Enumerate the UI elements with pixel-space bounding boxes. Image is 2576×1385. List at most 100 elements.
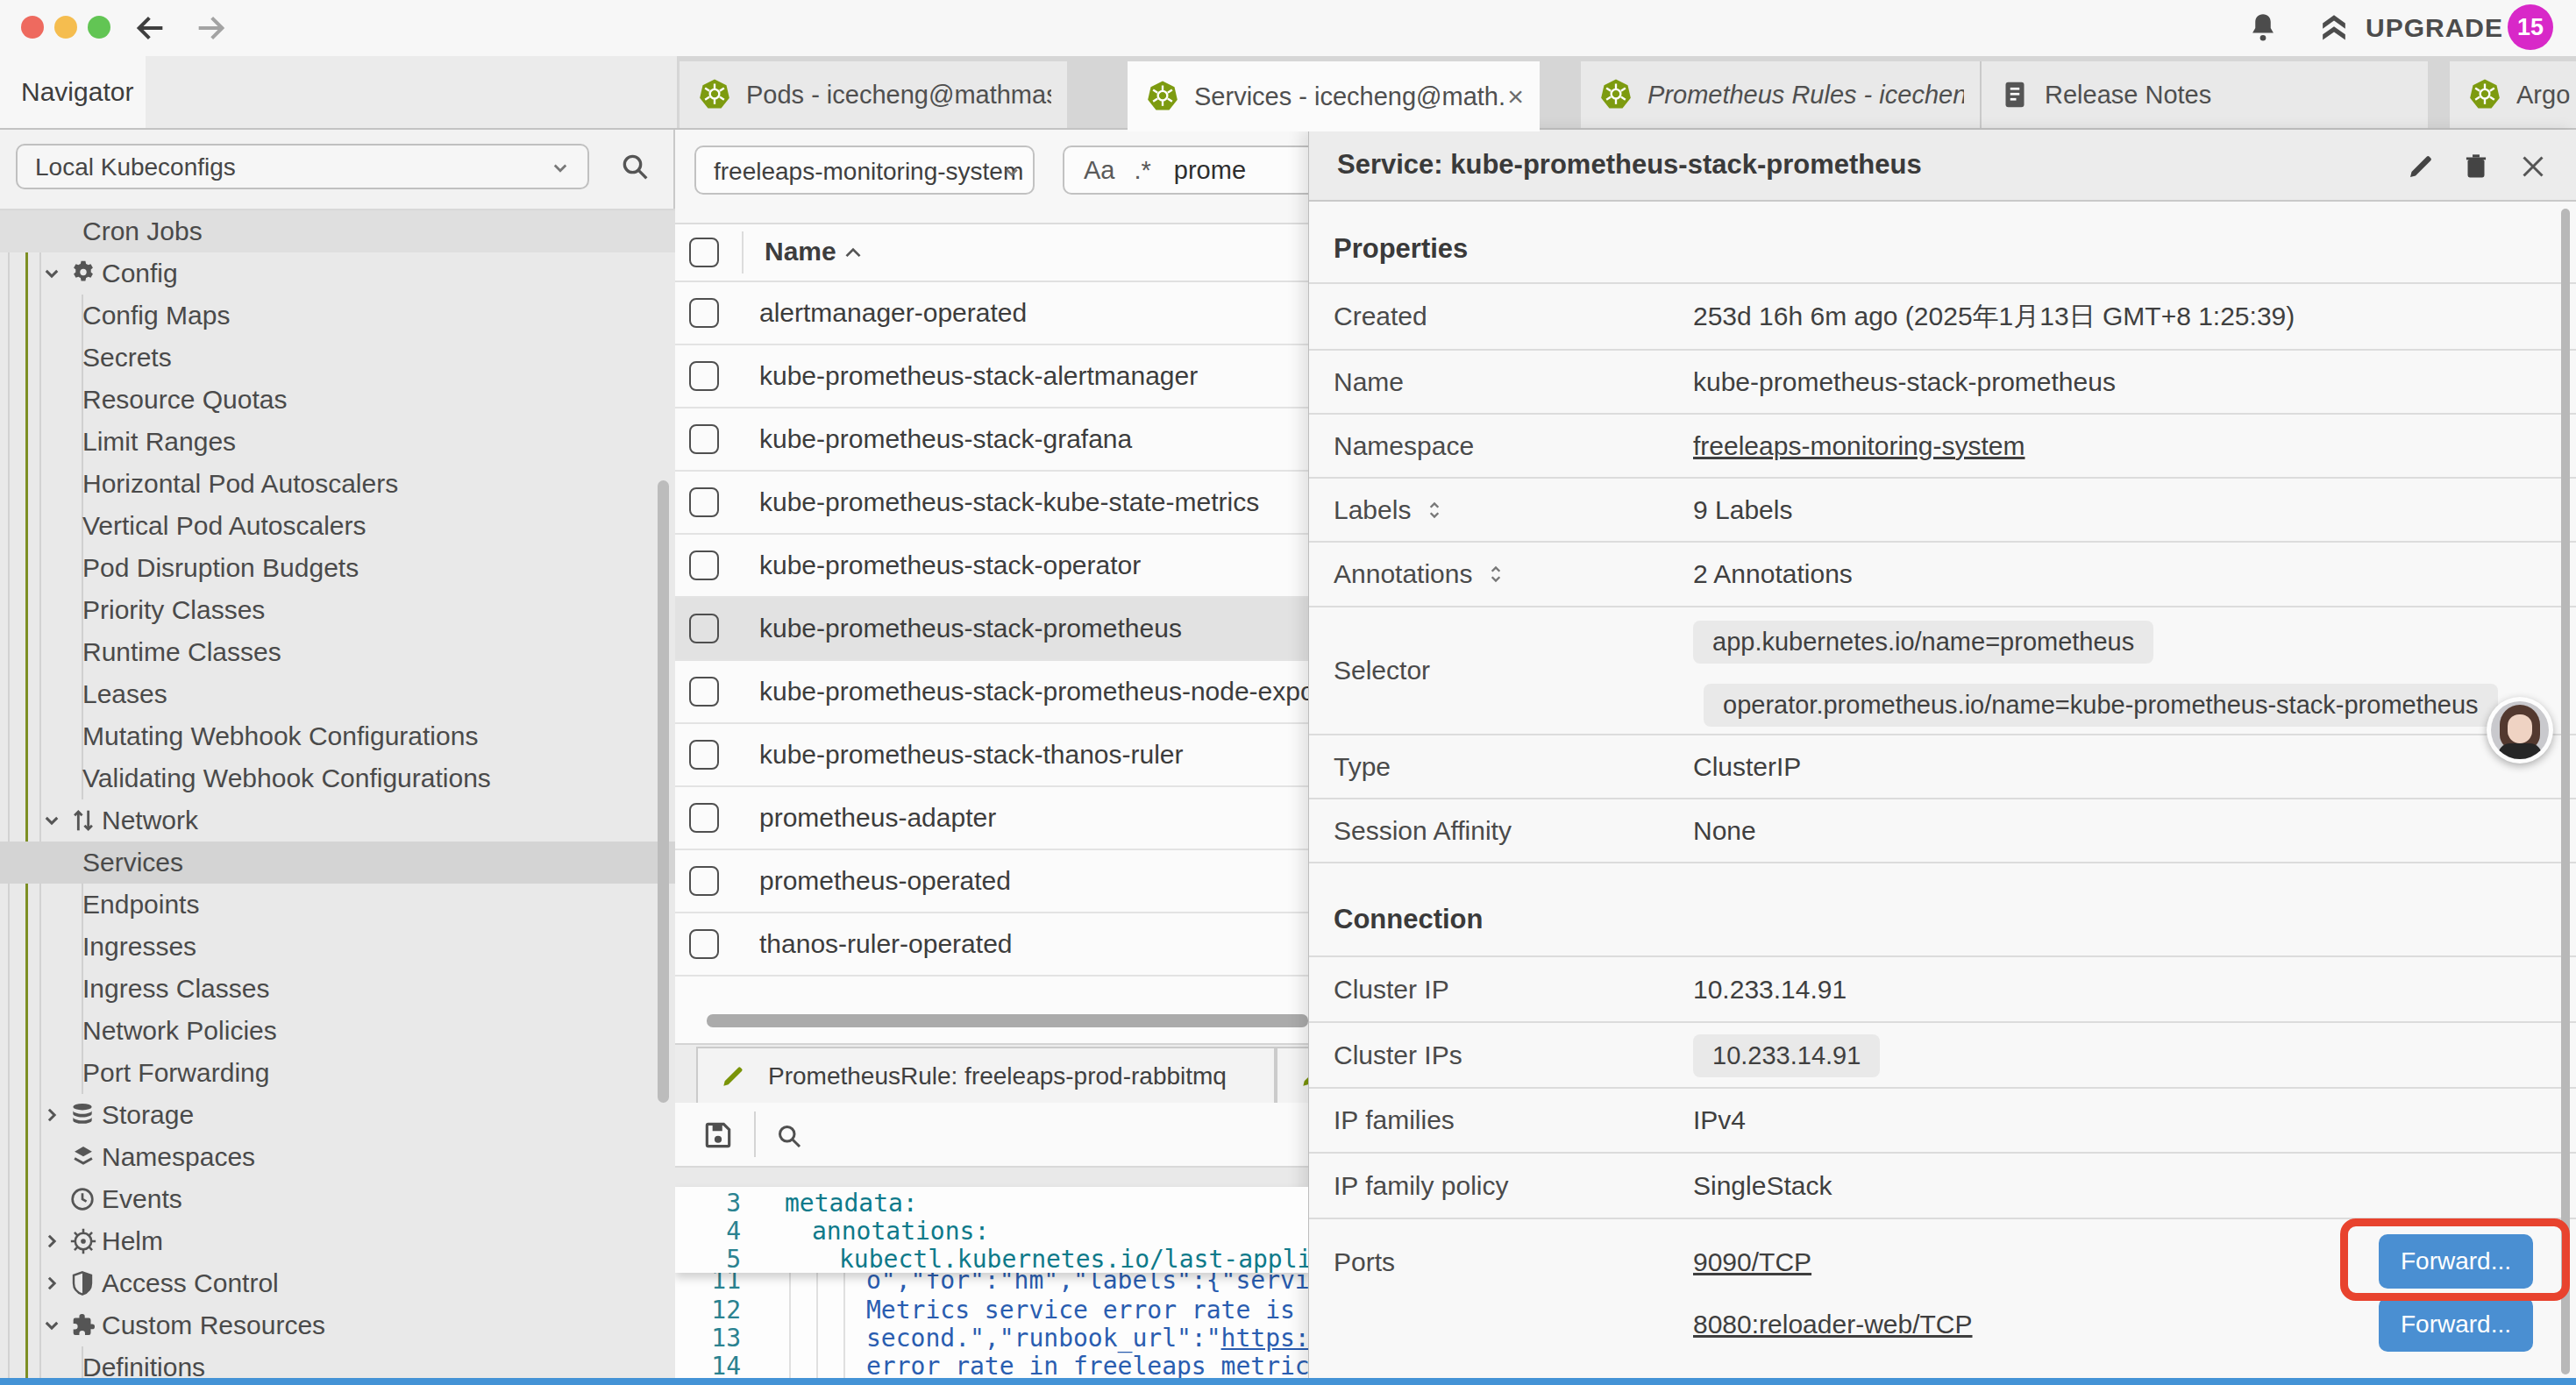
sidebar-item[interactable]: Priority Classes bbox=[0, 589, 675, 631]
table-row[interactable]: kube-prometheus-stack-grafana bbox=[675, 408, 1308, 472]
editor-tab-partial[interactable] bbox=[1276, 1047, 1308, 1104]
delete-trash-icon[interactable] bbox=[2459, 149, 2493, 182]
namespace-link[interactable]: freeleaps-monitoring-system bbox=[1693, 431, 2025, 461]
sidebar-item[interactable]: Validating Webhook Configurations bbox=[0, 757, 675, 799]
chevron-down-icon[interactable] bbox=[39, 807, 68, 834]
profile-badge[interactable]: 15 bbox=[2508, 4, 2553, 50]
search-input[interactable]: Aa .* prome bbox=[1063, 146, 1308, 195]
row-checkbox[interactable] bbox=[689, 550, 719, 580]
table-row[interactable]: kube-prometheus-stack-operator bbox=[675, 535, 1308, 598]
tab-navigator[interactable]: Navigator bbox=[0, 56, 146, 128]
row-checkbox[interactable] bbox=[689, 866, 719, 896]
sidebar-item[interactable]: Port Forwarding bbox=[0, 1052, 675, 1094]
port-link[interactable]: 8080:reloader-web/TCP bbox=[1693, 1310, 1973, 1339]
regex-toggle[interactable]: .* bbox=[1134, 156, 1150, 185]
sidebar-item[interactable]: Leases bbox=[0, 673, 675, 715]
horizontal-scrollbar[interactable] bbox=[707, 1014, 1308, 1027]
tab[interactable]: Services - icecheng@math... × bbox=[1128, 61, 1540, 131]
avatar[interactable] bbox=[2487, 697, 2553, 764]
save-icon[interactable] bbox=[701, 1119, 735, 1152]
sidebar-item[interactable]: Runtime Classes bbox=[0, 631, 675, 673]
sidebar-item[interactable]: Network bbox=[0, 799, 675, 842]
sidebar-item[interactable]: Resource Quotas bbox=[0, 379, 675, 421]
upgrade-button[interactable]: UPGRADE bbox=[2315, 9, 2503, 47]
sidebar-item[interactable]: Secrets bbox=[0, 337, 675, 379]
forward-icon[interactable] bbox=[193, 11, 228, 46]
forward-button[interactable]: Forward... bbox=[2379, 1297, 2533, 1352]
row-checkbox[interactable] bbox=[689, 361, 719, 391]
editor-tab[interactable]: PrometheusRule: freeleaps-prod-rabbitmq bbox=[696, 1047, 1276, 1104]
window-close-button[interactable] bbox=[21, 16, 44, 39]
port-link[interactable]: 9090/TCP bbox=[1693, 1247, 1811, 1277]
sidebar-item[interactable]: Config bbox=[0, 252, 675, 295]
column-header-name[interactable]: Name bbox=[765, 237, 836, 266]
row-checkbox[interactable] bbox=[689, 298, 719, 328]
row-checkbox[interactable] bbox=[689, 677, 719, 707]
table-row[interactable]: prometheus-adapter bbox=[675, 787, 1308, 850]
tab[interactable]: Pods - icecheng@mathmas... bbox=[680, 61, 1067, 128]
sidebar-item[interactable]: Vertical Pod Autoscalers bbox=[0, 505, 675, 547]
window-maximize-button[interactable] bbox=[88, 16, 110, 39]
chevron-right-icon[interactable] bbox=[39, 1270, 68, 1296]
sidebar-scrollbar[interactable] bbox=[658, 480, 669, 1103]
sidebar-item[interactable]: Definitions bbox=[0, 1346, 675, 1380]
table-row[interactable]: kube-prometheus-stack-alertmanager bbox=[675, 345, 1308, 408]
match-case-toggle[interactable]: Aa bbox=[1084, 156, 1114, 185]
table-row[interactable]: kube-prometheus-stack-thanos-ruler bbox=[675, 724, 1308, 787]
table-row[interactable]: alertmanager-operated bbox=[675, 282, 1308, 345]
editor-search-icon[interactable] bbox=[773, 1120, 805, 1152]
sidebar-item[interactable]: Pod Disruption Budgets bbox=[0, 547, 675, 589]
drawer-scrollbar[interactable] bbox=[2561, 209, 2570, 1374]
row-checkbox[interactable] bbox=[689, 740, 719, 770]
property-row-annotations: Annotations 2 Annotations bbox=[1309, 541, 2576, 606]
table-row[interactable]: prometheus-operated bbox=[675, 850, 1308, 913]
kubeconfig-selector[interactable]: Local Kubeconfigs bbox=[16, 144, 589, 189]
sidebar-item[interactable]: Network Policies bbox=[0, 1010, 675, 1052]
sidebar-item[interactable]: Horizontal Pod Autoscalers bbox=[0, 463, 675, 505]
sidebar-item[interactable]: Access Control bbox=[0, 1262, 675, 1304]
chevron-right-icon[interactable] bbox=[39, 1102, 68, 1128]
select-all-checkbox[interactable] bbox=[689, 238, 719, 267]
window-minimize-button[interactable] bbox=[54, 16, 77, 39]
sidebar-item[interactable]: Events bbox=[0, 1178, 675, 1220]
tab[interactable]: Release Notes bbox=[1980, 61, 2428, 128]
search-icon[interactable] bbox=[617, 149, 652, 184]
sidebar-item[interactable]: Endpoints bbox=[0, 884, 675, 926]
tab[interactable]: Argo Se bbox=[2450, 61, 2576, 128]
sidebar-item[interactable]: Services bbox=[0, 842, 675, 884]
chevron-down-icon[interactable] bbox=[39, 260, 68, 287]
row-checkbox[interactable] bbox=[689, 803, 719, 833]
table-row[interactable]: kube-prometheus-stack-kube-state-metrics bbox=[675, 472, 1308, 535]
notifications-bell-icon[interactable] bbox=[2245, 10, 2281, 46]
close-icon[interactable] bbox=[2517, 151, 2549, 182]
back-icon[interactable] bbox=[133, 11, 168, 46]
sidebar-item[interactable]: Cron Jobs bbox=[0, 210, 675, 252]
sidebar-item[interactable]: Ingresses bbox=[0, 926, 675, 968]
sidebar-item[interactable]: Namespaces bbox=[0, 1136, 675, 1178]
row-checkbox[interactable] bbox=[689, 487, 719, 517]
namespace-filter-select[interactable]: freeleaps-monitoring-system bbox=[694, 146, 1035, 195]
property-row-created: Created 253d 16h 6m ago (2025年1月13日 GMT+… bbox=[1309, 282, 2576, 349]
sort-updown-icon[interactable] bbox=[1423, 499, 1446, 522]
yaml-editor[interactable]: 11 o","for":"hm","labels":{"service": 12… bbox=[675, 1187, 1308, 1380]
tab-close-icon[interactable]: × bbox=[1507, 81, 1524, 113]
edit-pencil-icon[interactable] bbox=[2405, 151, 2437, 182]
row-checkbox[interactable] bbox=[689, 424, 719, 454]
line-number: 12 bbox=[675, 1296, 741, 1325]
chevron-down-icon[interactable] bbox=[39, 1312, 68, 1339]
sidebar-item[interactable]: Storage bbox=[0, 1094, 675, 1136]
tab[interactable]: Prometheus Rules - icecheng... bbox=[1581, 61, 1980, 128]
sidebar-item[interactable]: Ingress Classes bbox=[0, 968, 675, 1010]
sidebar-item[interactable]: Custom Resources bbox=[0, 1304, 675, 1346]
table-row[interactable]: thanos-ruler-operated bbox=[675, 913, 1308, 977]
sidebar-item[interactable]: Mutating Webhook Configurations bbox=[0, 715, 675, 757]
sidebar-item[interactable]: Config Maps bbox=[0, 295, 675, 337]
chevron-right-icon[interactable] bbox=[39, 1228, 68, 1254]
row-checkbox[interactable] bbox=[689, 614, 719, 643]
sort-updown-icon[interactable] bbox=[1484, 563, 1507, 586]
table-row[interactable]: kube-prometheus-stack-prometheus bbox=[675, 598, 1308, 661]
sidebar-item[interactable]: Limit Ranges bbox=[0, 421, 675, 463]
sidebar-item[interactable]: Helm bbox=[0, 1220, 675, 1262]
row-checkbox[interactable] bbox=[689, 929, 719, 959]
table-row[interactable]: kube-prometheus-stack-prometheus-node-ex… bbox=[675, 661, 1308, 724]
